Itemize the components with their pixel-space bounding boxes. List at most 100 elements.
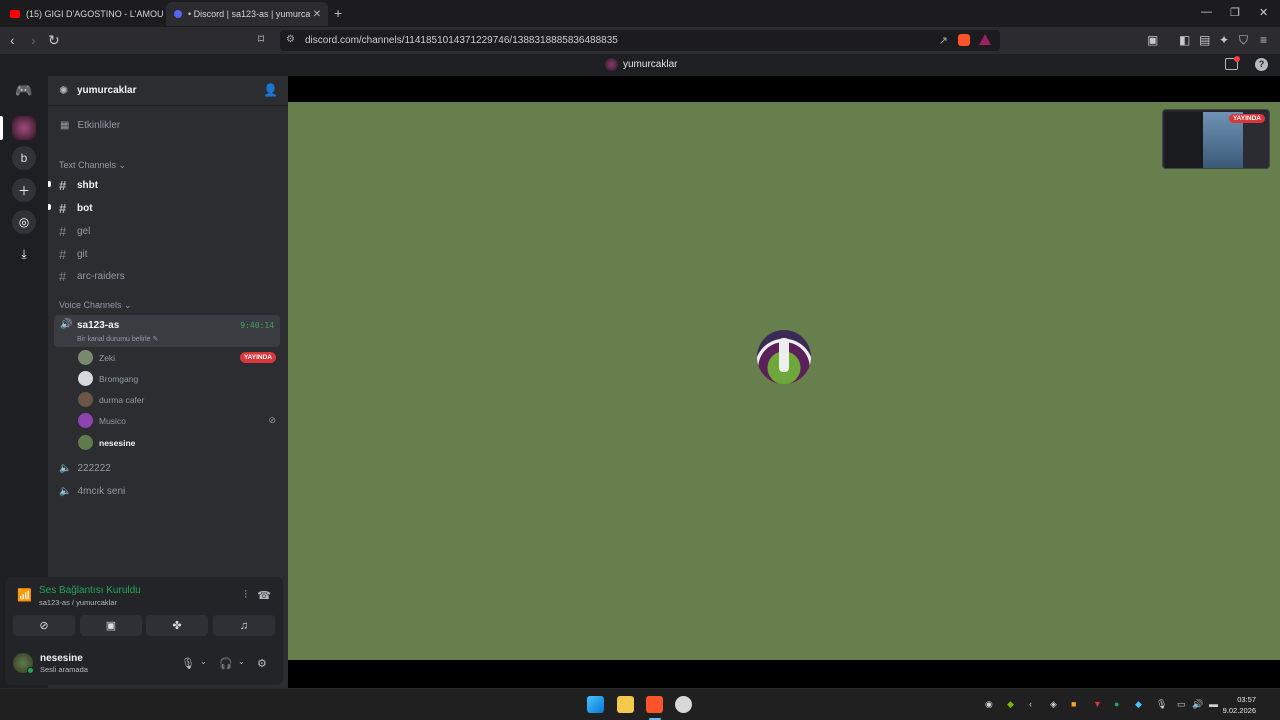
voice-member[interactable]: durma cafer (78, 392, 144, 407)
vpn-icon[interactable]: ⛉ (1239, 33, 1248, 48)
tab-discord[interactable]: • Discord | sa123-as | yumurcaklar ✕ (166, 2, 328, 26)
disconnect-icon[interactable]: ☎ (257, 589, 271, 602)
voice-member[interactable]: Bromgang (78, 371, 138, 386)
channel-arc-raiders[interactable]: # arc-raiders (59, 269, 125, 284)
chevron-down-icon[interactable]: ⌄ (200, 657, 207, 666)
bookmark-icon[interactable]: ⌑ (258, 32, 264, 46)
invite-icon[interactable]: 👤 (263, 83, 278, 97)
voice-category[interactable]: Voice Channels ⌄ (59, 300, 132, 311)
brave-browser-icon[interactable] (646, 696, 663, 713)
windows-start-icon[interactable] (587, 696, 604, 713)
connection-status[interactable]: Ses Bağlantısı Kuruldu (39, 585, 141, 596)
hash-icon: # (59, 224, 67, 239)
chevron-down-icon[interactable]: ⌄ (238, 657, 245, 666)
address-bar[interactable]: ⚙ discord.com/channels/11418510143712297… (280, 30, 1000, 51)
volume-icon[interactable]: 🔊 (1192, 699, 1203, 710)
tab-search-icon[interactable]: ▣ (1147, 33, 1158, 47)
tray-icon[interactable]: ◈ (1050, 699, 1057, 710)
server-yumurcaklar-icon[interactable] (12, 116, 36, 140)
user-name[interactable]: nesesine (40, 653, 83, 664)
voice-channel[interactable]: 🔈 222222 (59, 463, 111, 474)
download-icon[interactable]: ⤓ (12, 242, 36, 266)
voice-channel-active[interactable]: 🔊 sa123-as Bir kanal durumu belirle ✎ 9:… (54, 315, 280, 347)
share-screen-button[interactable]: ▣ (80, 615, 142, 636)
wallet-icon[interactable]: ▤ (1199, 33, 1210, 47)
back-icon[interactable]: ‹ (10, 32, 15, 48)
mouse-app-icon[interactable] (675, 696, 692, 713)
help-icon[interactable]: ? (1255, 58, 1268, 71)
nvidia-icon[interactable]: ◆ (1007, 699, 1014, 710)
tab-youtube[interactable]: (15) GIGI D'AGOSTINO - L'AMOUR TOUJOURS (4, 2, 164, 26)
brave-shields-icon[interactable] (958, 34, 970, 46)
reload-icon[interactable]: ↻ (48, 32, 60, 49)
channel-git[interactable]: # git (59, 247, 88, 262)
stream-view[interactable]: YAYINDA (288, 76, 1280, 688)
close-tab-icon[interactable]: ✕ (310, 9, 324, 20)
tray-icon[interactable]: ◉ (985, 699, 993, 710)
discord-home-icon[interactable]: 🎮 (12, 78, 36, 102)
leo-ai-icon[interactable]: ✦ (1219, 33, 1229, 47)
mic-tray-icon[interactable]: 🎙 (1156, 699, 1167, 710)
tab-title: • Discord | sa123-as | yumurcaklar (188, 9, 310, 19)
soundboard-icon: ♫ (239, 619, 249, 632)
new-tab-button[interactable]: + (334, 5, 342, 21)
server-settings-icon: ✺ (59, 85, 69, 97)
site-info-icon[interactable]: ⚙ (286, 34, 295, 45)
call-timer: 9:40:14 (240, 321, 274, 330)
channel-bot[interactable]: # bot (59, 201, 93, 216)
channel-gel[interactable]: # gel (59, 224, 90, 239)
server-header[interactable]: ✺ yumurcaklar 👤 (48, 76, 288, 106)
sidebar-icon[interactable]: ◧ (1179, 33, 1190, 47)
soundboard-button[interactable]: ♫ (213, 615, 275, 636)
browser-toolbar: ‹ › ↻ ⌑ ⚙ discord.com/channels/114185101… (0, 27, 1280, 54)
tray-icon[interactable]: ‹ (1029, 699, 1032, 709)
camera-button[interactable]: ⊘ (13, 615, 75, 636)
noise-suppression-icon[interactable]: ⫶ (244, 589, 247, 602)
share-icon[interactable]: ↗ (939, 34, 948, 47)
tray-icon[interactable]: ▼ (1093, 699, 1102, 709)
speaker-icon: 🔊 (60, 319, 73, 330)
activities-button[interactable]: ✤ (146, 615, 208, 636)
add-server-icon[interactable]: ＋ (12, 178, 36, 202)
minimize-icon[interactable]: — (1201, 6, 1212, 18)
screen-share-icon: ▣ (105, 620, 117, 632)
maximize-icon[interactable]: ❐ (1230, 6, 1240, 19)
voice-member[interactable]: Musico (78, 413, 126, 428)
connection-location[interactable]: sa123-as / yumurcaklar (39, 598, 117, 607)
deafened-icon: ⊘ (268, 415, 276, 425)
stream-preview[interactable]: YAYINDA (1162, 109, 1270, 169)
forward-icon[interactable]: › (31, 32, 36, 48)
camera-off-icon: ⊘ (39, 620, 49, 632)
brave-rewards-icon[interactable] (979, 34, 991, 45)
speaker-icon: 🔈 (59, 486, 72, 497)
headphones-icon[interactable]: 🎧 (219, 657, 233, 670)
close-window-icon[interactable]: ✕ (1259, 6, 1268, 19)
live-badge: YAYINDA (239, 352, 276, 363)
menu-icon[interactable]: ≡ (1260, 33, 1267, 47)
clock[interactable]: 03:57 9.02.2026 (1223, 694, 1256, 716)
server-b[interactable]: b (12, 146, 36, 170)
titlebar-server-name: yumurcaklar (623, 59, 678, 70)
channel-shbt[interactable]: # shbt (59, 178, 98, 193)
user-avatar[interactable] (13, 653, 34, 674)
text-category[interactable]: Text Channels ⌄ (59, 160, 126, 171)
tray-icon[interactable]: ● (1114, 699, 1119, 709)
file-explorer-icon[interactable] (617, 696, 634, 713)
user-status: Sesli aramada (40, 665, 88, 674)
voice-member-self[interactable]: nesesine (78, 435, 135, 450)
discover-icon[interactable]: ◎ (12, 210, 36, 234)
network-icon[interactable]: ▭ (1177, 699, 1186, 710)
tray-icon[interactable]: ■ (1071, 699, 1076, 709)
tray-icon[interactable]: ◆ (1135, 699, 1142, 710)
voice-member[interactable]: Zeki (78, 350, 115, 365)
url-text: discord.com/channels/1141851014371229746… (305, 35, 618, 46)
battery-icon[interactable]: ▬ (1209, 699, 1218, 709)
inbox-icon[interactable] (1225, 56, 1240, 70)
channel-status[interactable]: Bir kanal durumu belirle ✎ (77, 335, 158, 343)
voice-channel[interactable]: 🔈 4mcık seni (59, 486, 125, 497)
mic-icon[interactable]: 🎙 (181, 657, 195, 670)
events-item[interactable]: ▦ Etkinlikler (60, 120, 120, 131)
hash-icon: # (59, 178, 67, 193)
discord-icon (174, 10, 182, 18)
settings-icon[interactable]: ⚙ (257, 657, 267, 670)
